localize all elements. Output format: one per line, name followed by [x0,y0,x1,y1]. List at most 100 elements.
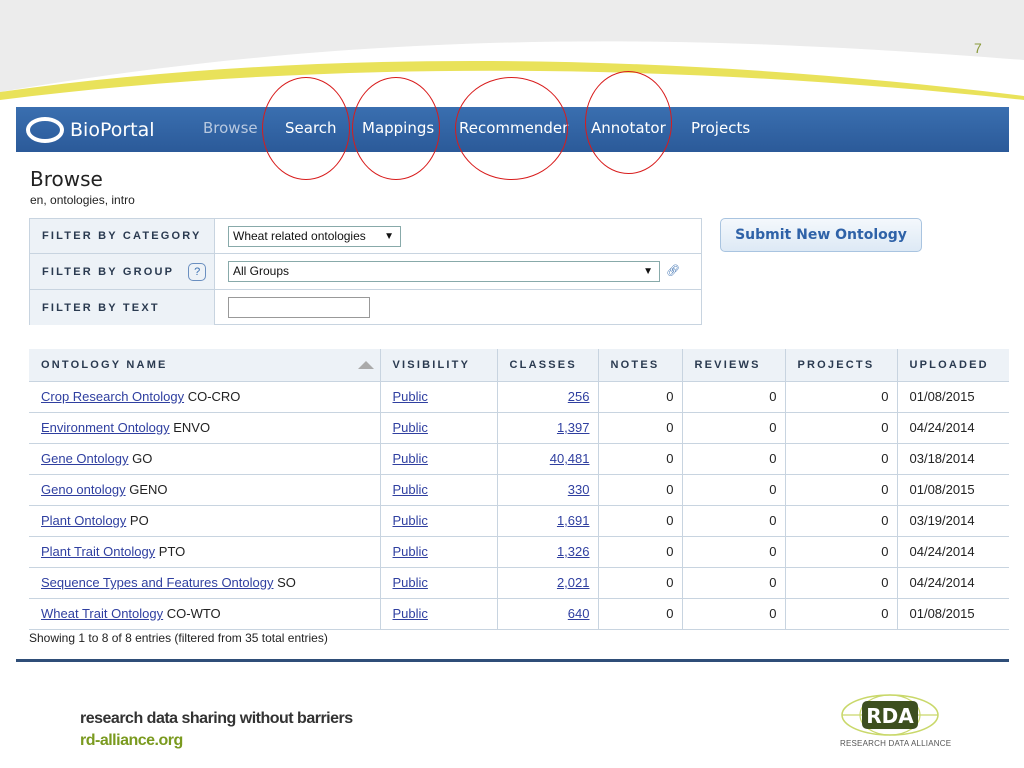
ontology-name-link[interactable]: Gene Ontology [41,451,128,466]
reviews-cell: 0 [682,474,786,506]
bioportal-logo[interactable]: BioPortal [26,115,176,145]
reviews-cell: 0 [682,443,786,475]
uploaded-cell: 04/24/2014 [897,567,1009,599]
ontology-name-link[interactable]: Sequence Types and Features Ontology [41,575,273,590]
notes-cell: 0 [598,474,683,506]
table-row: Sequence Types and Features Ontology SO P… [29,567,1009,599]
uploaded-cell: 03/19/2014 [897,505,1009,537]
classes-link[interactable]: 40,481 [550,451,590,466]
ontology-name-link[interactable]: Geno ontology [41,482,126,497]
col-header-visibility[interactable]: VISIBILITY [380,349,498,382]
reviews-cell: 0 [682,412,786,444]
ontology-name-cell: Plant Trait Ontology PTO [29,536,381,568]
col-header-reviews[interactable]: REVIEWS [682,349,786,382]
slide-header-swoosh [0,0,1024,100]
notes-cell: 0 [598,443,683,475]
footer-divider [16,659,1009,662]
classes-cell: 1,326 [497,536,599,568]
nav-search[interactable]: Search [285,119,337,137]
category-select[interactable]: Wheat related ontologies ▼ [228,226,401,247]
link-icon[interactable]: 🔗︎ [666,264,680,277]
table-row: Wheat Trait Ontology CO-WTO Public 640 0 0 0 0… [29,598,1009,630]
ontology-acronym: SO [277,575,296,590]
notes-cell: 0 [598,412,683,444]
dropdown-arrow-icon: ▼ [384,231,394,242]
nav-mappings[interactable]: Mappings [362,119,434,137]
submit-new-ontology-button[interactable]: Submit New Ontology [720,218,922,252]
filter-row-category: FILTER BY CATEGORY Wheat related ontolog… [30,219,701,254]
ontology-table: ONTOLOGY NAME VISIBILITY CLASSES NOTES R… [29,349,1009,630]
notes-cell: 0 [598,598,683,630]
ontology-name-cell: Wheat Trait Ontology CO-WTO [29,598,381,630]
ontology-acronym: GO [132,451,153,466]
visibility-cell: Public [380,443,498,475]
col-header-uploaded[interactable]: UPLOADED [897,349,1009,382]
visibility-cell: Public [380,536,498,568]
visibility-cell: Public [380,412,498,444]
visibility-link[interactable]: Public [393,451,428,466]
page-subtitle: en, ontologies, intro [30,193,135,207]
table-row: Crop Research Ontology CO-CRO Public 256 0 0… [29,381,1009,413]
ontology-name-link[interactable]: Crop Research Ontology [41,389,184,404]
visibility-link[interactable]: Public [393,544,428,559]
ontology-name-link[interactable]: Plant Ontology [41,513,126,528]
ontology-name-cell: Environment Ontology ENVO [29,412,381,444]
table-row: Gene Ontology GO Public 40,481 0 0 0 03/18/201… [29,443,1009,475]
visibility-link[interactable]: Public [393,575,428,590]
uploaded-cell: 01/08/2015 [897,474,1009,506]
footer-url[interactable]: rd-alliance.org [80,732,183,750]
reviews-cell: 0 [682,598,786,630]
ontology-acronym: PTO [158,544,186,559]
col-header-classes[interactable]: CLASSES [497,349,599,382]
slide-number: 7 [974,40,982,56]
ontology-name-link[interactable]: Plant Trait Ontology [41,544,155,559]
classes-cell: 2,021 [497,567,599,599]
rda-logo-text: RDA [866,704,914,728]
projects-cell: 0 [785,381,898,413]
classes-link[interactable]: 330 [568,482,590,497]
classes-link[interactable]: 2,021 [557,575,590,590]
projects-cell: 0 [785,536,898,568]
classes-link[interactable]: 640 [568,606,590,621]
visibility-link[interactable]: Public [393,389,428,404]
filter-group-label: FILTER BY GROUP? [30,254,215,289]
logo-ring-icon [26,117,64,143]
col-header-projects[interactable]: PROJECTS [785,349,898,382]
projects-cell: 0 [785,598,898,630]
ontology-name-cell: Plant Ontology PO [29,505,381,537]
filter-text-input[interactable] [228,297,370,318]
ontology-acronym: ENVO [173,420,211,435]
visibility-link[interactable]: Public [393,513,428,528]
visibility-link[interactable]: Public [393,420,428,435]
filter-text-label: FILTER BY TEXT [30,290,215,325]
filter-row-group: FILTER BY GROUP? All Groups ▼ 🔗︎ [30,254,701,290]
classes-cell: 640 [497,598,599,630]
nav-browse[interactable]: Browse [203,119,258,137]
visibility-link[interactable]: Public [393,606,428,621]
reviews-cell: 0 [682,536,786,568]
uploaded-cell: 01/08/2015 [897,598,1009,630]
ontology-name-cell: Geno ontology GENO [29,474,381,506]
visibility-link[interactable]: Public [393,482,428,497]
col-header-ontology-name[interactable]: ONTOLOGY NAME [29,349,381,382]
nav-recommender[interactable]: Recommender [459,119,568,137]
ontology-acronym: GENO [129,482,168,497]
nav-projects[interactable]: Projects [691,119,750,137]
group-select[interactable]: All Groups ▼ [228,261,660,282]
classes-link[interactable]: 1,691 [557,513,590,528]
ontology-name-link[interactable]: Environment Ontology [41,420,170,435]
nav-annotator[interactable]: Annotator [591,119,666,137]
reviews-cell: 0 [682,381,786,413]
notes-cell: 0 [598,567,683,599]
classes-link[interactable]: 256 [568,389,590,404]
classes-cell: 1,397 [497,412,599,444]
ontology-name-link[interactable]: Wheat Trait Ontology [41,606,163,621]
projects-cell: 0 [785,505,898,537]
ontology-acronym: CO-WTO [166,606,221,621]
classes-link[interactable]: 1,397 [557,420,590,435]
table-row: Plant Trait Ontology PTO Public 1,326 0 0 0 04… [29,536,1009,568]
help-icon[interactable]: ? [188,262,207,281]
col-header-notes[interactable]: NOTES [598,349,683,382]
classes-link[interactable]: 1,326 [557,544,590,559]
table-row: Geno ontology GENO Public 330 0 0 0 01/08/2015 [29,474,1009,506]
